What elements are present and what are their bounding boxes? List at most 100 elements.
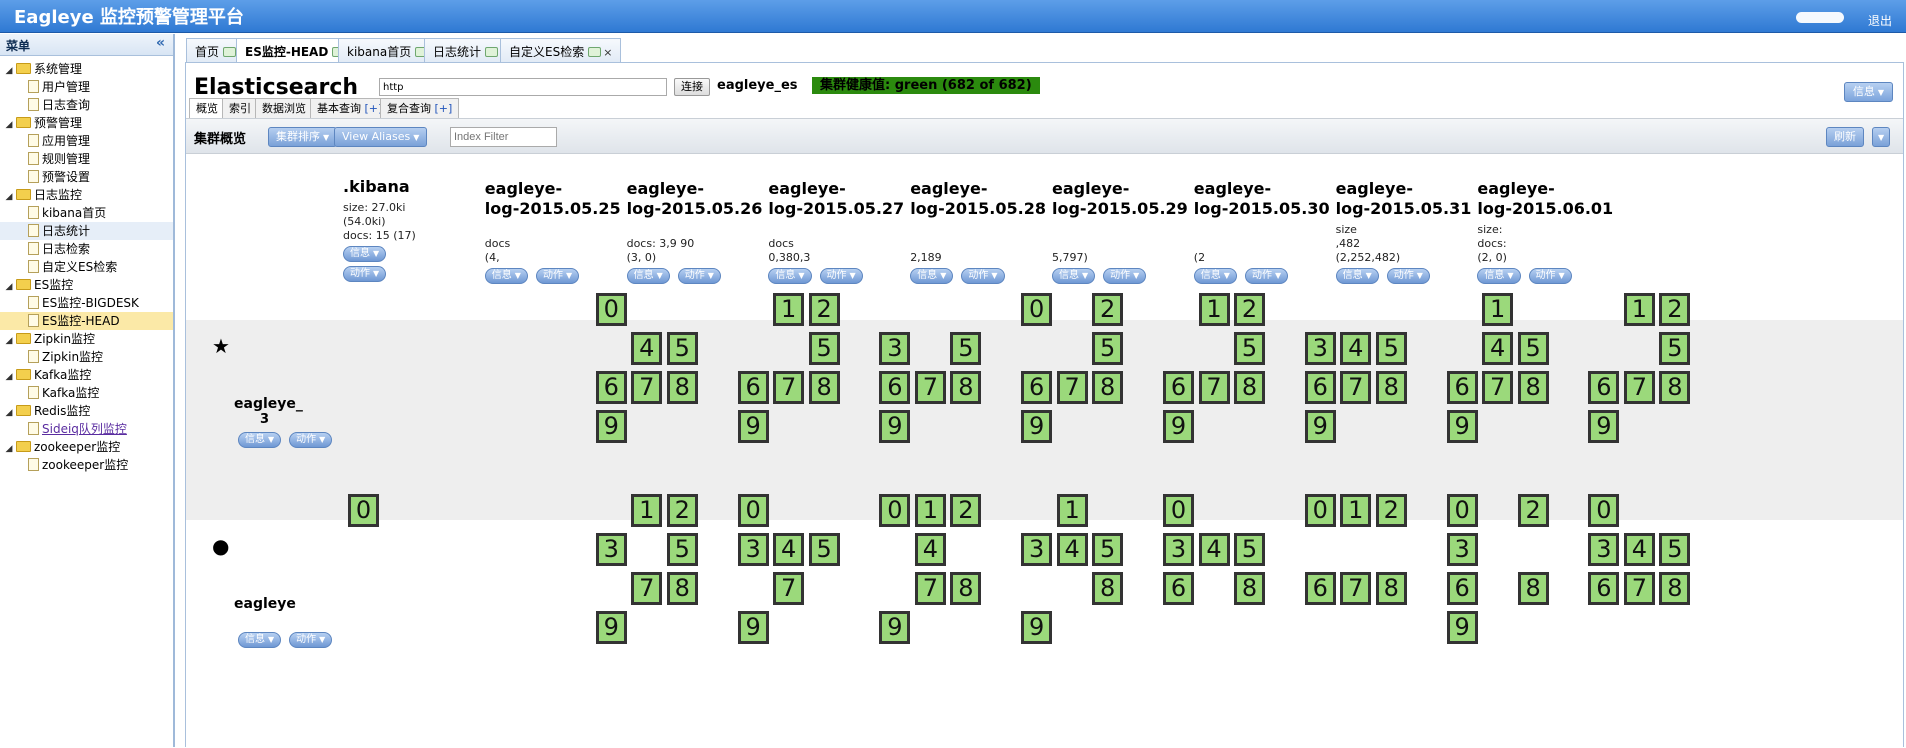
shard-5[interactable]: 5 xyxy=(1659,332,1691,365)
node-info-button[interactable]: 信息 ▼ xyxy=(238,632,282,648)
shard-6[interactable]: 6 xyxy=(1588,371,1620,404)
shard-8[interactable]: 8 xyxy=(666,572,698,605)
index-action-button[interactable]: 动作 ▼ xyxy=(677,268,721,284)
shard-7[interactable]: 7 xyxy=(773,371,805,404)
index-name[interactable]: eagleye-log-2015.05.30 xyxy=(1194,179,1344,219)
shard-2[interactable]: 2 xyxy=(666,494,698,527)
node-name[interactable]: eagleye xyxy=(234,596,296,612)
shard-5[interactable]: 5 xyxy=(1517,332,1549,365)
shard-8[interactable]: 8 xyxy=(1092,572,1124,605)
cluster-sort-button[interactable]: 集群排序 ▼ xyxy=(268,127,338,147)
tree-folder[interactable]: ◢ 预警管理 xyxy=(0,114,173,132)
index-name[interactable]: .kibana xyxy=(343,177,493,197)
tree-folder[interactable]: ◢ Kafka监控 xyxy=(0,366,173,384)
shard-6[interactable]: 6 xyxy=(1304,371,1336,404)
shard-6[interactable]: 6 xyxy=(1446,572,1478,605)
shard-4[interactable]: 4 xyxy=(773,533,805,566)
shard-2[interactable]: 2 xyxy=(1659,293,1691,326)
shard-8[interactable]: 8 xyxy=(1517,371,1549,404)
index-name[interactable]: eagleye-log-2015.05.31 xyxy=(1336,179,1486,219)
shard-9[interactable]: 9 xyxy=(1446,611,1478,644)
index-info-button[interactable]: 信息 ▼ xyxy=(343,246,387,262)
shard-6[interactable]: 6 xyxy=(1163,371,1194,404)
shard-4[interactable]: 4 xyxy=(1340,332,1372,365)
index-info-button[interactable]: 信息 ▼ xyxy=(484,268,528,284)
shard-7[interactable]: 7 xyxy=(773,572,805,605)
tree-item[interactable]: ES监控-HEAD xyxy=(0,312,173,330)
shard-7[interactable]: 7 xyxy=(914,371,946,404)
shard-8[interactable]: 8 xyxy=(1234,572,1265,605)
shard-8[interactable]: 8 xyxy=(1234,371,1265,404)
tab-custom-es[interactable]: 自定义ES检索 × xyxy=(500,38,622,62)
refresh-icon[interactable] xyxy=(485,47,499,57)
tree-folder[interactable]: ◢ Redis监控 xyxy=(0,402,173,420)
shard-3[interactable]: 3 xyxy=(1163,533,1194,566)
shard-0[interactable]: 0 xyxy=(1446,494,1478,527)
shard-1[interactable]: 1 xyxy=(914,494,946,527)
tree-item[interactable]: 用户管理 xyxy=(0,78,173,96)
tree-item[interactable]: 日志查询 xyxy=(0,96,173,114)
index-action-button[interactable]: 动作 ▼ xyxy=(961,268,1005,284)
index-name[interactable]: eagleye-log-2015.05.26 xyxy=(627,179,777,219)
subtab-basic-query[interactable]: 基本查询 [+] xyxy=(310,98,390,118)
shard-5[interactable]: 5 xyxy=(808,533,840,566)
index-info-button[interactable]: 信息 ▼ xyxy=(1477,268,1521,284)
shard-8[interactable]: 8 xyxy=(1092,371,1124,404)
shard-2[interactable]: 2 xyxy=(1234,293,1265,326)
index-name[interactable]: eagleye-log-2015.06.01 xyxy=(1477,179,1627,219)
tree-item[interactable]: 规则管理 xyxy=(0,150,173,168)
shard-3[interactable]: 3 xyxy=(1021,533,1053,566)
shard-9[interactable]: 9 xyxy=(1446,410,1478,443)
shard-6[interactable]: 6 xyxy=(1021,371,1053,404)
index-info-button[interactable]: 信息 ▼ xyxy=(768,268,812,284)
shard-8[interactable]: 8 xyxy=(1659,371,1691,404)
shard-1[interactable]: 1 xyxy=(773,293,805,326)
shard-0[interactable]: 0 xyxy=(1588,494,1620,527)
shard-3[interactable]: 3 xyxy=(737,533,769,566)
shard-9[interactable]: 9 xyxy=(737,611,769,644)
shard-9[interactable]: 9 xyxy=(879,410,911,443)
shard-3[interactable]: 3 xyxy=(879,332,911,365)
connect-button[interactable]: 连接 xyxy=(674,78,710,96)
info-menu-button[interactable]: 信息 ▼ xyxy=(1843,82,1893,102)
tree-item[interactable]: Zipkin监控 xyxy=(0,348,173,366)
shard-9[interactable]: 9 xyxy=(1021,611,1053,644)
shard-7[interactable]: 7 xyxy=(1623,371,1655,404)
shard-6[interactable]: 6 xyxy=(1304,572,1336,605)
shard-8[interactable]: 8 xyxy=(1375,572,1407,605)
shard-5[interactable]: 5 xyxy=(1092,533,1124,566)
shard-7[interactable]: 7 xyxy=(1340,572,1372,605)
shard-6[interactable]: 6 xyxy=(1588,572,1620,605)
shard-7[interactable]: 7 xyxy=(1482,371,1514,404)
index-name[interactable]: eagleye-log-2015.05.28 xyxy=(910,179,1060,219)
tree-folder[interactable]: ◢ zookeeper监控 xyxy=(0,438,173,456)
shard-5[interactable]: 5 xyxy=(1234,533,1265,566)
shard-0[interactable]: 0 xyxy=(595,293,627,326)
shard-6[interactable]: 6 xyxy=(879,371,911,404)
shard-9[interactable]: 9 xyxy=(595,410,627,443)
index-action-button[interactable]: 动作 ▼ xyxy=(535,268,580,284)
index-action-button[interactable]: 动作 ▼ xyxy=(1103,268,1147,284)
subtab-overview[interactable]: 概览 xyxy=(189,98,225,118)
shard-8[interactable]: 8 xyxy=(666,371,698,404)
refresh-icon[interactable] xyxy=(223,47,237,57)
index-info-button[interactable]: 信息 ▼ xyxy=(1335,268,1379,284)
shard-5[interactable]: 5 xyxy=(666,332,698,365)
shard-0[interactable]: 0 xyxy=(1163,494,1194,527)
shard-8[interactable]: 8 xyxy=(808,371,840,404)
shard-7[interactable]: 7 xyxy=(1056,371,1088,404)
logout-link[interactable]: 退出 xyxy=(1868,12,1892,29)
plus-link[interactable]: [+] xyxy=(435,102,453,115)
refresh-options-button[interactable]: ▼ xyxy=(1872,127,1891,147)
shard-5[interactable]: 5 xyxy=(666,533,698,566)
close-icon[interactable]: × xyxy=(603,46,612,59)
shard-4[interactable]: 4 xyxy=(1623,533,1655,566)
tree-item[interactable]: 自定义ES检索 xyxy=(0,258,173,276)
shard-8[interactable]: 8 xyxy=(1517,572,1549,605)
shard-2[interactable]: 2 xyxy=(808,293,840,326)
shard-0[interactable]: 0 xyxy=(348,494,379,527)
refresh-button[interactable]: 刷新 xyxy=(1826,127,1864,147)
shard-2[interactable]: 2 xyxy=(1375,494,1407,527)
tree-item[interactable]: 日志检索 xyxy=(0,240,173,258)
collapse-icon[interactable]: « xyxy=(156,35,165,51)
